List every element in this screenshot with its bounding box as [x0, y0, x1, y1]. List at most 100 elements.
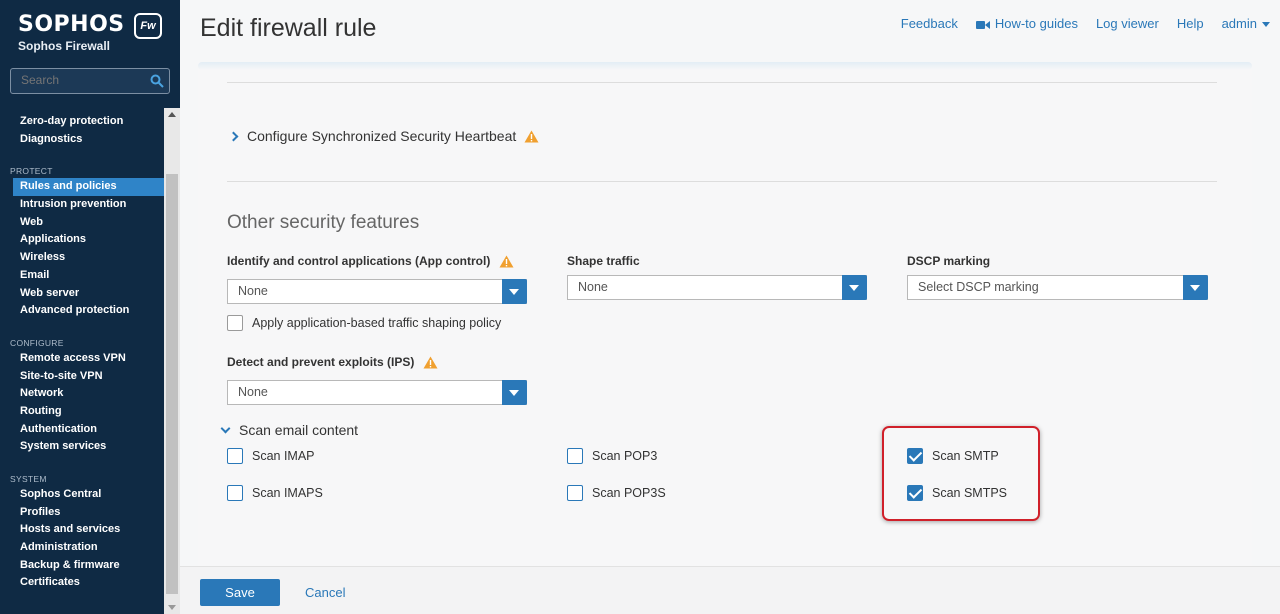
scroll-down-arrow-icon[interactable]: [168, 605, 176, 610]
dscp-label: DSCP marking: [907, 254, 991, 268]
ips-label-text: Detect and prevent exploits (IPS): [227, 355, 415, 369]
sidebar-item-applications[interactable]: Applications: [0, 231, 164, 249]
warning-icon: [423, 356, 438, 368]
scan-imap-label: Scan IMAP: [252, 449, 315, 463]
dropdown-arrow-icon[interactable]: [842, 275, 867, 300]
chevron-right-icon: [228, 131, 239, 141]
sidebar-item-system-services[interactable]: System services: [0, 438, 164, 456]
scan-pop3s-row[interactable]: Scan POP3S: [567, 485, 666, 501]
scan-imaps-label: Scan IMAPS: [252, 486, 323, 500]
scan-pop3-checkbox[interactable]: [567, 448, 583, 464]
sidebar-item-sophos-central[interactable]: Sophos Central: [0, 486, 164, 504]
dropdown-arrow-icon[interactable]: [502, 380, 527, 405]
page-footer: Save Cancel: [180, 566, 1280, 614]
howto-guides-link[interactable]: How-to guides: [975, 16, 1078, 31]
scan-pop3s-label: Scan POP3S: [592, 486, 666, 500]
sidebar-item-routing[interactable]: Routing: [0, 403, 164, 421]
feedback-link[interactable]: Feedback: [901, 16, 958, 31]
cancel-link[interactable]: Cancel: [305, 585, 345, 600]
sidebar-item-diagnostics[interactable]: Diagnostics: [0, 131, 164, 149]
app-control-label-text: Identify and control applications (App c…: [227, 254, 491, 268]
ips-value: None: [238, 385, 268, 399]
search-box[interactable]: [10, 68, 170, 94]
chevron-down-icon: [1262, 22, 1270, 28]
warning-icon: [524, 130, 539, 142]
log-viewer-link[interactable]: Log viewer: [1096, 16, 1159, 31]
divider: [227, 181, 1217, 182]
scan-pop3-row[interactable]: Scan POP3: [567, 448, 657, 464]
app-control-value: None: [238, 284, 268, 298]
scan-imap-checkbox[interactable]: [227, 448, 243, 464]
page-header: Edit firewall rule Feedback How-to guide…: [180, 0, 1280, 62]
howto-guides-label: How-to guides: [994, 16, 1078, 31]
shape-traffic-label: Shape traffic: [567, 254, 640, 268]
highlight-annotation-box: [882, 426, 1040, 521]
sidebar-item-wireless[interactable]: Wireless: [0, 249, 164, 267]
heartbeat-label: Configure Synchronized Security Heartbea…: [247, 128, 517, 144]
shape-traffic-select[interactable]: None: [567, 275, 867, 300]
sidebar-item-web-server[interactable]: Web server: [0, 285, 164, 303]
ips-label: Detect and prevent exploits (IPS): [227, 355, 438, 369]
scan-pop3s-checkbox[interactable]: [567, 485, 583, 501]
firewall-badge: Fw: [134, 13, 162, 39]
shaping-policy-checkbox[interactable]: [227, 315, 243, 331]
user-name: admin: [1221, 16, 1257, 31]
dropdown-arrow-icon[interactable]: [502, 279, 527, 304]
dscp-select[interactable]: Select DSCP marking: [907, 275, 1208, 300]
chevron-down-icon: [220, 423, 231, 433]
scan-imaps-checkbox[interactable]: [227, 485, 243, 501]
dropdown-arrow-icon[interactable]: [1183, 275, 1208, 300]
sidebar-section-system: SYSTEM: [10, 474, 47, 484]
shaping-policy-checkbox-row[interactable]: Apply application-based traffic shaping …: [227, 315, 501, 331]
sidebar-item-profiles[interactable]: Profiles: [0, 504, 164, 522]
sophos-logo: SOPHOS: [18, 12, 125, 37]
warning-icon: [499, 255, 514, 267]
sidebar-item-zero-day-protection[interactable]: Zero-day protection: [0, 113, 164, 131]
save-button[interactable]: Save: [200, 579, 280, 606]
sidebar-item-email[interactable]: Email: [0, 267, 164, 285]
help-link[interactable]: Help: [1177, 16, 1204, 31]
sidebar-item-rules-and-policies[interactable]: Rules and policies: [13, 178, 164, 197]
scan-imap-row[interactable]: Scan IMAP: [227, 448, 315, 464]
main-content: Configure Synchronized Security Heartbea…: [198, 62, 1252, 566]
top-shadow: [198, 62, 1252, 70]
sidebar-item-network[interactable]: Network: [0, 385, 164, 403]
dscp-value: Select DSCP marking: [918, 280, 1039, 294]
scan-pop3-label: Scan POP3: [592, 449, 658, 463]
sidebar-item-intrusion-prevention[interactable]: Intrusion prevention: [0, 196, 164, 214]
user-menu[interactable]: admin: [1222, 16, 1270, 31]
scrollbar-thumb[interactable]: [166, 174, 178, 594]
divider: [227, 82, 1217, 83]
scan-email-section-toggle[interactable]: Scan email content: [220, 422, 359, 438]
page-title: Edit firewall rule: [200, 14, 377, 42]
sidebar-item-backup-firmware[interactable]: Backup & firmware: [0, 557, 164, 575]
sidebar-item-hosts-and-services[interactable]: Hosts and services: [0, 521, 164, 539]
sidebar-scrollbar[interactable]: [164, 108, 180, 614]
sidebar-item-advanced-protection[interactable]: Advanced protection: [0, 302, 164, 320]
sidebar-item-site-to-site-vpn[interactable]: Site-to-site VPN: [0, 368, 164, 386]
app-control-label: Identify and control applications (App c…: [227, 254, 514, 268]
scroll-up-arrow-icon[interactable]: [168, 112, 176, 117]
sidebar-nav: Zero-day protection Diagnostics PROTECT …: [0, 108, 164, 614]
shape-traffic-value: None: [578, 280, 608, 294]
scan-imaps-row[interactable]: Scan IMAPS: [227, 485, 323, 501]
scan-email-title: Scan email content: [239, 422, 359, 438]
brand: SOPHOS Fw Sophos Firewall: [18, 12, 162, 53]
sidebar-item-authentication[interactable]: Authentication: [0, 421, 164, 439]
search-icon[interactable]: [150, 74, 164, 88]
sidebar-section-protect: PROTECT: [10, 166, 53, 177]
sidebar-section-configure: CONFIGURE: [10, 337, 64, 348]
app-control-select[interactable]: None: [227, 279, 527, 304]
video-camera-icon: [975, 20, 990, 29]
heartbeat-section-toggle[interactable]: Configure Synchronized Security Heartbea…: [228, 128, 539, 144]
shaping-policy-label: Apply application-based traffic shaping …: [252, 316, 502, 330]
sidebar-item-web[interactable]: Web: [0, 214, 164, 232]
sidebar: SOPHOS Fw Sophos Firewall Zero-day prote…: [0, 0, 180, 614]
sidebar-item-remote-access-vpn[interactable]: Remote access VPN: [0, 350, 164, 368]
sidebar-item-certificates[interactable]: Certificates: [0, 574, 164, 592]
search-input[interactable]: [11, 69, 141, 91]
product-name: Sophos Firewall: [18, 39, 111, 53]
top-links: Feedback How-to guides Log viewer Help a…: [901, 16, 1270, 31]
ips-select[interactable]: None: [227, 380, 527, 405]
sidebar-item-administration[interactable]: Administration: [0, 539, 164, 557]
